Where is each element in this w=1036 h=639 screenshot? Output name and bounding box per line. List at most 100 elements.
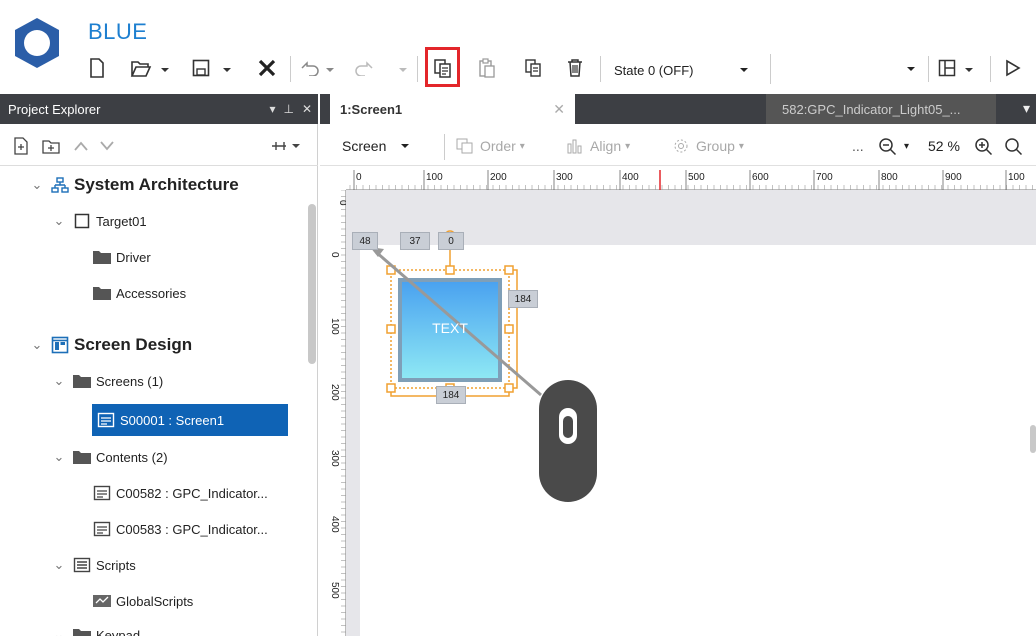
vertical-ruler: 0 0 100 200 300 400 500 xyxy=(328,189,348,636)
layout-dropdown-icon[interactable] xyxy=(964,63,974,73)
state-select[interactable]: State 0 (OFF) xyxy=(614,56,693,84)
layout-icon[interactable] xyxy=(934,50,960,86)
network-icon xyxy=(50,176,70,194)
tab-close-icon[interactable]: ✕ xyxy=(553,101,565,118)
widget-text: TEXT xyxy=(432,320,468,336)
move-down-icon[interactable] xyxy=(96,136,118,156)
tree-label: C00583 : GPC_Indicator... xyxy=(116,521,268,537)
chevron-down-icon[interactable]: ⌄ xyxy=(30,337,44,352)
h-ruler-tick-label: 100 xyxy=(426,172,443,183)
zoom-level[interactable]: 52 % xyxy=(928,134,960,158)
v-ruler-tick-label: 100 xyxy=(329,318,340,335)
toolbar-combo[interactable] xyxy=(770,54,922,84)
device-icon xyxy=(72,212,92,230)
tree-label: Screens (1) xyxy=(96,373,164,389)
redo-dropdown-icon[interactable] xyxy=(398,63,408,73)
state-dropdown-icon[interactable] xyxy=(728,58,760,82)
chevron-down-icon xyxy=(401,144,410,148)
group-icon xyxy=(674,139,688,153)
add-folder-icon[interactable] xyxy=(40,136,62,156)
ruler-corner xyxy=(328,168,346,190)
undo-icon[interactable] xyxy=(298,50,322,86)
tree-screen1[interactable]: S00001 : Screen1 xyxy=(92,404,288,436)
save-dropdown-icon[interactable] xyxy=(222,63,232,73)
more-button[interactable]: ... xyxy=(852,134,864,158)
folder-icon xyxy=(92,284,112,302)
tree-system-architecture[interactable]: ⌄ System Architecture xyxy=(30,170,239,200)
x-position-badge: 48 xyxy=(352,232,378,250)
order-button[interactable]: Order ▾ xyxy=(456,134,525,158)
content-icon xyxy=(92,484,112,502)
tree-contents[interactable]: ⌄ Contents (2) xyxy=(52,442,168,472)
tree-label: Screen Design xyxy=(74,335,193,354)
tree-label: System Architecture xyxy=(74,175,239,194)
h-ruler-tick-label: 100 xyxy=(1008,172,1025,183)
explorer-scrollbar[interactable] xyxy=(308,204,316,364)
add-item-icon[interactable] xyxy=(10,136,32,156)
mouse-icon xyxy=(537,378,599,504)
tree-label: Keypad xyxy=(96,627,141,637)
zoom-fit-button[interactable] xyxy=(1004,134,1024,158)
redo-icon[interactable] xyxy=(352,50,376,86)
zoom-in-icon xyxy=(975,138,993,155)
tree-target[interactable]: ⌄ Target01 xyxy=(52,206,147,236)
chevron-down-icon[interactable]: ⌄ xyxy=(52,449,66,464)
move-up-icon[interactable] xyxy=(70,136,92,156)
chevron-down-icon[interactable]: ⌄ xyxy=(52,213,66,228)
new-file-icon[interactable] xyxy=(84,50,110,86)
tree-label: Target01 xyxy=(96,213,147,229)
open-folder-icon[interactable] xyxy=(128,50,154,86)
v-ruler-tick-label: 300 xyxy=(329,450,340,467)
tree-label: Contents (2) xyxy=(96,449,168,465)
tree-scripts[interactable]: ⌄ Scripts xyxy=(52,550,136,580)
tree-accessories[interactable]: Accessories xyxy=(92,278,186,308)
selection-overlay xyxy=(370,230,542,397)
explorer-toolbar xyxy=(0,126,318,166)
design-canvas[interactable]: TEXT 48 37 0 184 184 xyxy=(346,190,1036,636)
tree-keypad[interactable]: ⌄ Keypad xyxy=(52,620,140,636)
open-dropdown-icon[interactable] xyxy=(160,63,170,73)
folder-icon xyxy=(72,626,92,636)
screen-toolbar: Screen Order ▾ Align ▾ Group ▾ ... ▾ 52 … xyxy=(320,126,1036,166)
tab-list-icon[interactable]: ▾ xyxy=(1023,100,1030,117)
h-ruler-tick-label: 700 xyxy=(816,172,833,183)
zoom-out-button[interactable]: ▾ xyxy=(878,134,909,158)
v-ruler-tick-label: 200 xyxy=(329,384,340,401)
tab-label: 582:GPC_Indicator_Light05_... xyxy=(782,101,961,117)
zoom-in-button[interactable] xyxy=(974,134,994,158)
tree-content-582[interactable]: C00582 : GPC_Indicator... xyxy=(92,478,268,508)
screen-select[interactable]: Screen xyxy=(342,134,410,158)
chevron-down-icon[interactable]: ⌄ xyxy=(52,627,66,636)
pin-options-icon[interactable] xyxy=(268,136,304,156)
pin-icon[interactable]: ⊥ xyxy=(283,102,293,116)
tree-content-583[interactable]: C00583 : GPC_Indicator... xyxy=(92,514,268,544)
chevron-down-icon[interactable]: ⌄ xyxy=(52,557,66,572)
play-icon[interactable] xyxy=(1000,50,1026,86)
align-button[interactable]: Align ▾ xyxy=(566,134,630,158)
chevron-down-icon xyxy=(907,67,915,71)
save-icon[interactable] xyxy=(188,50,214,86)
tree-global-scripts[interactable]: GlobalScripts xyxy=(92,586,193,616)
h-ruler-tick-label: 800 xyxy=(881,172,898,183)
chevron-down-icon[interactable]: ⌄ xyxy=(52,373,66,388)
panel-close-icon[interactable]: ✕ xyxy=(302,102,312,116)
folder-icon xyxy=(72,448,92,466)
duplicate-icon[interactable] xyxy=(520,50,546,86)
tab-indicator-light[interactable]: 582:GPC_Indicator_Light05_... xyxy=(766,94,996,124)
tab-screen1[interactable]: 1:Screen1 ✕ xyxy=(330,94,575,124)
tree-screen-design[interactable]: ⌄ Screen Design xyxy=(30,330,193,360)
paste-icon[interactable] xyxy=(474,50,500,86)
zoom-level-label: 52 % xyxy=(928,138,960,154)
canvas-scrollbar[interactable] xyxy=(1030,425,1036,453)
chevron-down-icon[interactable]: ⌄ xyxy=(30,177,44,192)
h-ruler-tick-label: 200 xyxy=(490,172,507,183)
delete-icon[interactable] xyxy=(562,50,588,86)
folder-icon xyxy=(92,248,112,266)
tree-driver[interactable]: Driver xyxy=(92,242,151,272)
undo-dropdown-icon[interactable] xyxy=(325,63,335,73)
close-icon[interactable] xyxy=(252,50,282,86)
align-icon xyxy=(567,139,582,154)
panel-menu-icon[interactable]: ▾ xyxy=(269,102,275,116)
tree-screens[interactable]: ⌄ Screens (1) xyxy=(52,366,164,396)
group-button[interactable]: Group ▾ xyxy=(672,134,744,158)
